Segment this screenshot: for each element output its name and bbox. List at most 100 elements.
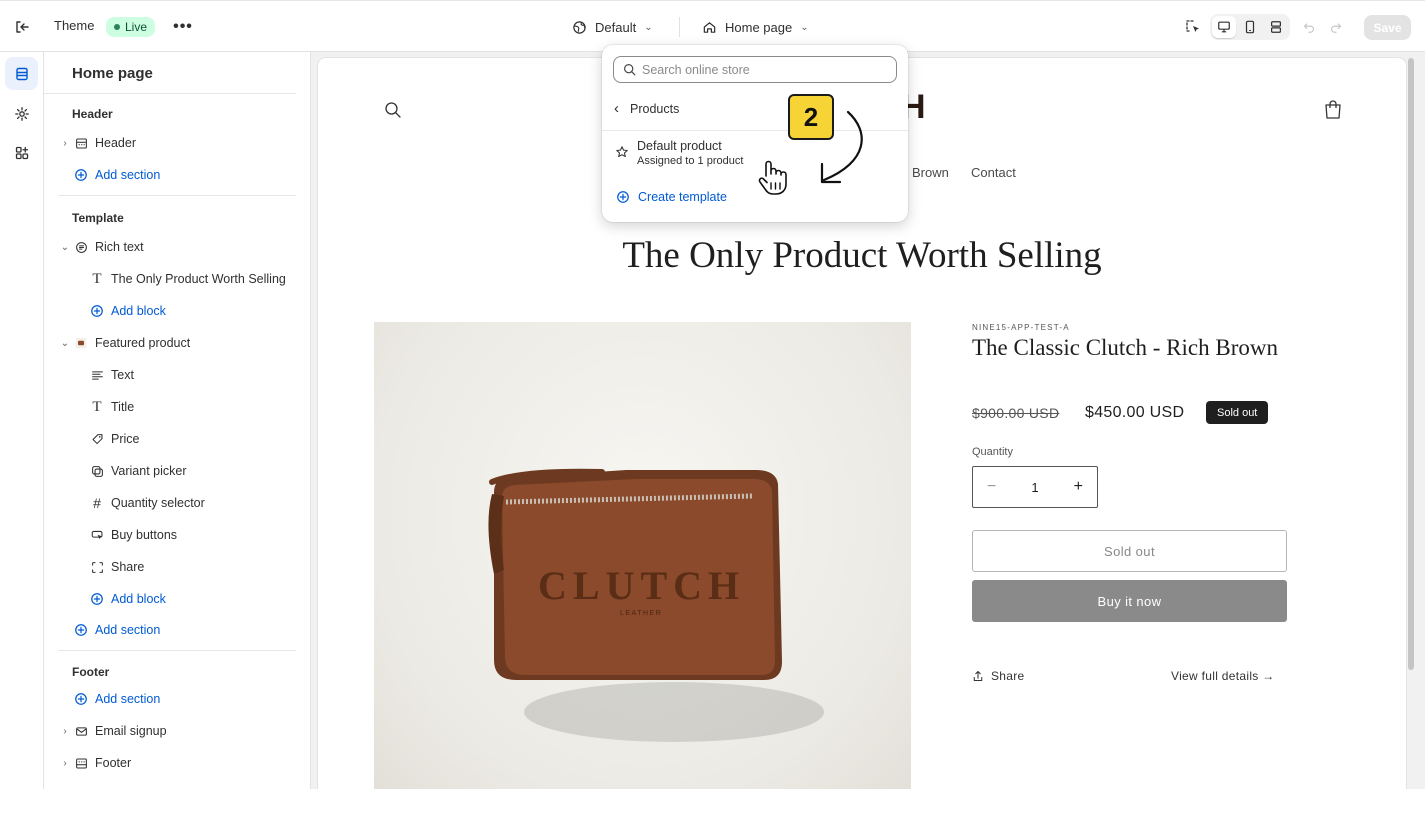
- share-frame-icon: [88, 561, 106, 574]
- hand-cursor-icon: [758, 160, 787, 195]
- editor-rail: [0, 52, 44, 789]
- live-dot-icon: [114, 24, 120, 30]
- inspector-icon[interactable]: [1183, 16, 1203, 38]
- product-image[interactable]: CLUTCH LEATHER: [374, 322, 911, 789]
- template-add-section-button[interactable]: Add section: [72, 619, 160, 641]
- sold-out-button[interactable]: Sold out: [972, 530, 1287, 572]
- fullscreen-view-icon[interactable]: [1264, 16, 1288, 38]
- apps-icon[interactable]: [5, 136, 38, 169]
- theme-selector[interactable]: Default ⌄: [572, 15, 653, 39]
- chevron-right-icon[interactable]: ›: [58, 138, 72, 149]
- block-title[interactable]: T Title: [88, 396, 134, 418]
- block-quantity-selector[interactable]: # Quantity selector: [88, 492, 205, 514]
- more-actions-button[interactable]: •••: [172, 15, 194, 39]
- sections-icon[interactable]: [5, 57, 38, 90]
- section-footer[interactable]: › Footer: [58, 752, 131, 774]
- page-selector-value: Home page: [725, 19, 793, 35]
- quantity-decrease-button[interactable]: −: [987, 478, 996, 496]
- section-email-signup[interactable]: › Email signup: [58, 720, 166, 742]
- plus-circle-icon: [88, 592, 106, 606]
- block-buy-buttons[interactable]: Buy buttons: [88, 524, 177, 546]
- create-template-label: Create template: [638, 190, 727, 204]
- block-variant-picker[interactable]: Variant picker: [88, 460, 187, 482]
- quantity-stepper[interactable]: − 1 +: [972, 466, 1098, 508]
- email-icon: [72, 725, 90, 738]
- chevron-down-icon[interactable]: ⌄: [58, 242, 72, 253]
- block-text-label: Text: [111, 368, 134, 382]
- share-button[interactable]: Share: [972, 669, 1025, 683]
- preview-scrollbar[interactable]: [1408, 58, 1414, 670]
- block-share[interactable]: Share: [88, 556, 144, 578]
- redo-icon[interactable]: [1327, 16, 1345, 38]
- cart-icon[interactable]: [1323, 99, 1343, 126]
- quantity-value[interactable]: 1: [1031, 480, 1038, 495]
- back-label: Products: [630, 101, 680, 116]
- share-label: Share: [991, 669, 1025, 683]
- section-featured-product[interactable]: ⌄ Featured product: [58, 332, 190, 354]
- template-option-title: Default product: [637, 139, 722, 153]
- nav-link-contact[interactable]: Contact: [971, 165, 1016, 180]
- exit-icon[interactable]: [10, 15, 34, 39]
- plus-circle-icon: [88, 304, 106, 318]
- template-option-default-product[interactable]: Default product Assigned to 1 product: [615, 139, 743, 167]
- chevron-right-icon[interactable]: ›: [58, 758, 72, 769]
- sidebar-divider: [58, 650, 296, 651]
- group-header-label: Header: [72, 107, 113, 121]
- header-add-section-button[interactable]: Add section: [72, 164, 160, 186]
- star-icon: [616, 146, 628, 158]
- nav-link-brown[interactable]: Brown: [912, 165, 949, 180]
- theme-settings-icon[interactable]: [5, 97, 38, 130]
- add-section-label: Add section: [95, 692, 161, 706]
- save-button[interactable]: Save: [1364, 15, 1411, 40]
- block-share-label: Share: [111, 560, 145, 574]
- section-footer-label: Footer: [95, 756, 132, 770]
- footer-add-section-button[interactable]: Add section: [72, 688, 160, 710]
- search-icon: [624, 64, 636, 76]
- block-text[interactable]: Text: [88, 364, 134, 386]
- undo-icon[interactable]: [1300, 16, 1318, 38]
- template-option-subtitle: Assigned to 1 product: [637, 155, 744, 167]
- plus-circle-icon: [72, 168, 90, 182]
- product-image-subtext: LEATHER: [620, 610, 663, 617]
- device-switcher: [1210, 14, 1290, 40]
- text-t-icon: T: [92, 270, 102, 287]
- search-input[interactable]: [642, 62, 882, 77]
- page-selector[interactable]: Home page ⌄: [702, 15, 809, 39]
- view-details-link[interactable]: View full details →: [1171, 669, 1275, 683]
- store-search-icon[interactable]: [384, 101, 402, 124]
- sale-price: $450.00 USD: [1085, 404, 1185, 421]
- featured-add-block-button[interactable]: Add block: [88, 588, 166, 610]
- footer-layout-icon: [72, 757, 90, 770]
- product-thumbnail-icon: [72, 337, 90, 349]
- home-icon: [703, 21, 716, 33]
- group-footer-label: Footer: [72, 665, 110, 679]
- topbar-divider: [679, 17, 680, 37]
- quantity-increase-button[interactable]: +: [1074, 478, 1083, 496]
- block-heading[interactable]: T The Only Product Worth Selling: [88, 268, 285, 290]
- sidebar-divider: [44, 93, 296, 94]
- desktop-view-icon[interactable]: [1212, 16, 1236, 38]
- sidebar-title: Home page: [72, 65, 153, 82]
- live-badge-label: Live: [125, 20, 148, 34]
- rich-text-add-block-button[interactable]: Add block: [88, 300, 166, 322]
- search-field[interactable]: [613, 56, 897, 83]
- chevron-right-icon[interactable]: ›: [58, 726, 72, 737]
- create-template-button[interactable]: Create template: [616, 190, 727, 204]
- back-to-products-button[interactable]: ‹ Products: [614, 100, 679, 117]
- block-buy-buttons-label: Buy buttons: [111, 528, 178, 542]
- section-rich-text[interactable]: ⌄ Rich text: [58, 236, 144, 258]
- chevron-down-icon[interactable]: ⌄: [58, 338, 72, 349]
- text-t-icon: T: [92, 398, 102, 415]
- bottom-blank-area: [0, 789, 1425, 836]
- buy-now-button[interactable]: Buy it now: [972, 580, 1287, 622]
- mobile-view-icon[interactable]: [1238, 16, 1262, 38]
- compare-at-price: $900.00 USD: [972, 405, 1060, 421]
- add-section-label: Add section: [95, 168, 161, 182]
- section-header[interactable]: › Header: [58, 132, 136, 154]
- rich-text-icon: [72, 241, 90, 254]
- add-block-label: Add block: [111, 304, 166, 318]
- sections-sidebar: Home page Header › Header Add section Te…: [44, 52, 311, 789]
- quantity-label: Quantity: [972, 446, 1013, 458]
- product-title: The Classic Clutch - Rich Brown: [972, 335, 1278, 360]
- block-price[interactable]: Price: [88, 428, 139, 450]
